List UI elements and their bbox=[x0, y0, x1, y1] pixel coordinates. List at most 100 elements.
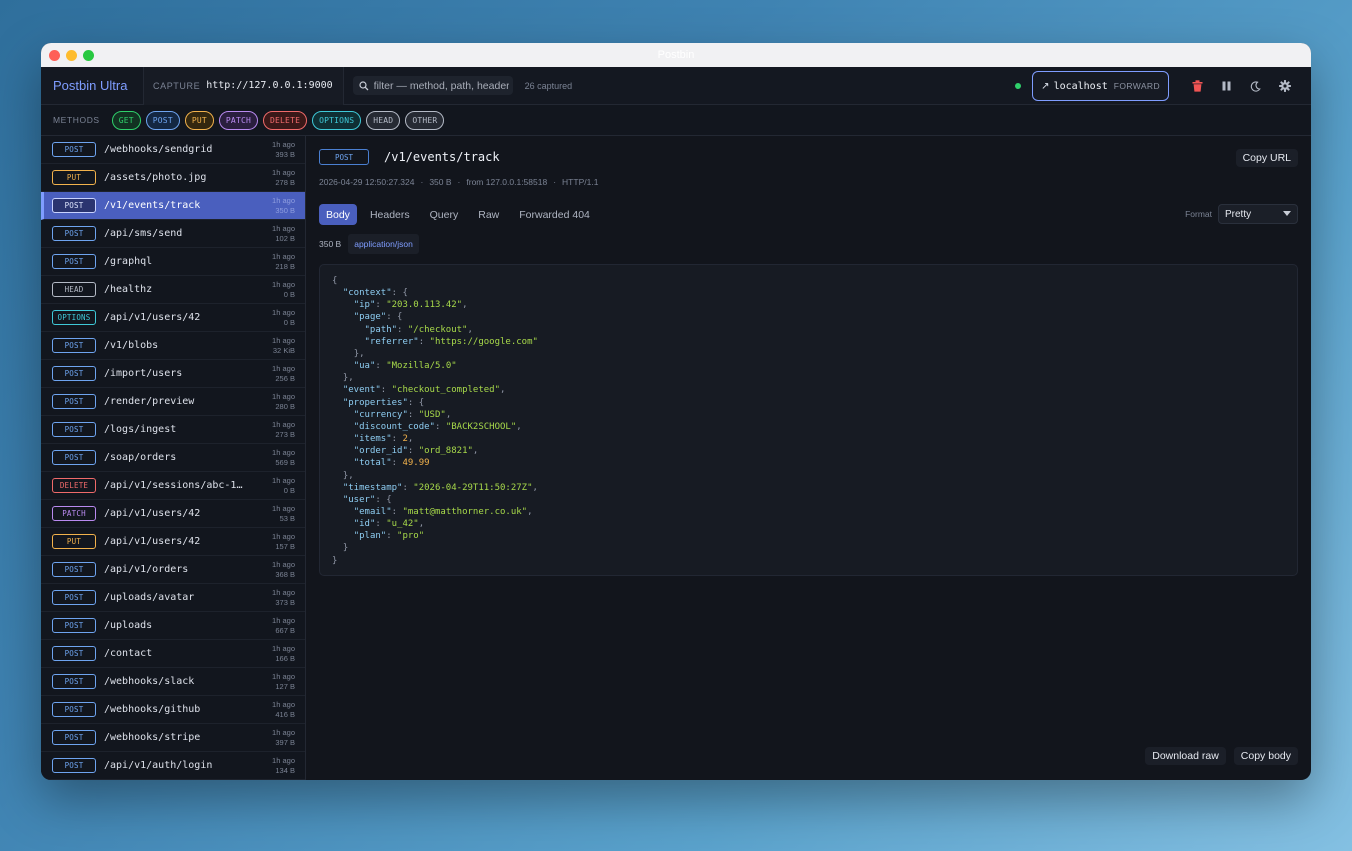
json-punct: : bbox=[386, 531, 398, 542]
request-path: /api/v1/auth/login bbox=[104, 760, 213, 771]
copy-body-button[interactable]: Copy body bbox=[1233, 747, 1298, 765]
request-row[interactable]: POST/api/v1/auth/login 1h ago 134 B bbox=[41, 752, 305, 780]
json-key: "items" bbox=[353, 434, 392, 445]
method-badge: POST bbox=[52, 450, 96, 465]
request-row[interactable]: POST/webhooks/slack 1h ago 127 B bbox=[41, 668, 305, 696]
request-row[interactable]: POST/webhooks/stripe 1h ago 397 B bbox=[41, 724, 305, 752]
capture-endpoint[interactable]: CAPTURE http://127.0.0.1:9000 bbox=[143, 66, 344, 105]
request-meta: 1h ago 102 B bbox=[272, 224, 295, 244]
format-select[interactable]: Pretty bbox=[1218, 204, 1298, 224]
tab-body[interactable]: Body bbox=[319, 204, 357, 225]
method-filter-bar: METHODS GET POST PUT PATCH DELETE OPTIONS HEAD… bbox=[41, 105, 1311, 136]
request-path: /webhooks/stripe bbox=[104, 732, 201, 743]
request-path: /healthz bbox=[104, 284, 153, 295]
request-row[interactable]: POST/graphql 1h ago 218 B bbox=[41, 248, 305, 276]
close-window-button[interactable] bbox=[49, 49, 60, 61]
request-row[interactable]: POST/v1/blobs 1h ago 32 KiB bbox=[41, 332, 305, 360]
request-time: 1h ago bbox=[272, 504, 295, 513]
clear-button[interactable] bbox=[1183, 71, 1212, 101]
method-chip-options[interactable]: OPTIONS bbox=[312, 110, 362, 130]
request-path: /v1/blobs bbox=[104, 340, 159, 351]
request-row[interactable]: POST/api/v1/orders 1h ago 368 B bbox=[41, 556, 305, 584]
tab-raw[interactable]: Raw bbox=[471, 204, 506, 225]
json-line: "id": "u_42", bbox=[332, 518, 1285, 530]
forward-target-button[interactable]: ↗ localhost FORWARD bbox=[1032, 71, 1169, 101]
request-row[interactable]: OPTIONS/api/v1/users/42 1h ago 0 B bbox=[41, 304, 305, 332]
json-line: "user": { bbox=[332, 494, 1285, 506]
request-row[interactable]: POST/logs/ingest 1h ago 273 B bbox=[41, 416, 305, 444]
request-time: 1h ago bbox=[272, 672, 295, 681]
json-line: "page": { bbox=[332, 311, 1285, 323]
theme-toggle-button[interactable] bbox=[1241, 71, 1270, 101]
json-punct: : bbox=[375, 300, 387, 311]
meta-protocol: HTTP/1.1 bbox=[562, 177, 599, 187]
json-punct: }, bbox=[342, 373, 354, 384]
request-row[interactable]: POST/import/users 1h ago 256 B bbox=[41, 360, 305, 388]
json-string: "https://google.com" bbox=[429, 336, 538, 347]
request-row[interactable]: PUT/api/v1/users/42 1h ago 157 B bbox=[41, 528, 305, 556]
request-row[interactable]: PUT/assets/photo.jpg 1h ago 278 B bbox=[41, 164, 305, 192]
request-time: 1h ago bbox=[272, 644, 295, 653]
request-time: 1h ago bbox=[272, 700, 295, 709]
request-row[interactable]: POST/api/sms/send 1h ago 102 B bbox=[41, 220, 305, 248]
request-time: 1h ago bbox=[272, 224, 295, 233]
request-size: 273 B bbox=[275, 430, 295, 439]
json-key: "order_id" bbox=[353, 446, 408, 457]
method-chip-put[interactable]: PUT bbox=[184, 110, 214, 130]
zoom-window-button[interactable] bbox=[83, 49, 94, 61]
json-body: { "context": { "ip": "203.0.113.42", "pa… bbox=[332, 275, 1285, 567]
tab-headers[interactable]: Headers bbox=[363, 204, 417, 225]
method-badge: POST bbox=[52, 338, 96, 353]
request-row[interactable]: POST/webhooks/github 1h ago 416 B bbox=[41, 696, 305, 724]
method-badge: POST bbox=[52, 674, 96, 689]
method-chip-patch[interactable]: PATCH bbox=[218, 110, 258, 130]
request-row[interactable]: POST/webhooks/sendgrid 1h ago 393 B bbox=[41, 136, 305, 164]
request-row[interactable]: PATCH/api/v1/users/42 1h ago 53 B bbox=[41, 500, 305, 528]
request-list: POST/webhooks/sendgrid 1h ago 393 B PUT/ass… bbox=[41, 136, 306, 780]
json-punct: } bbox=[332, 555, 338, 566]
request-row[interactable]: POST/v1/events/track 1h ago 350 B bbox=[41, 192, 305, 220]
request-path: /api/v1/users/42 bbox=[104, 312, 201, 323]
request-time: 1h ago bbox=[272, 728, 295, 737]
download-raw-button[interactable]: Download raw bbox=[1145, 747, 1226, 765]
main-area: POST/webhooks/sendgrid 1h ago 393 B PUT/ass… bbox=[41, 136, 1311, 780]
request-row[interactable]: DELETE/api/v1/sessions/abc-1… 1h ago 0 B bbox=[41, 472, 305, 500]
moon-icon bbox=[1250, 80, 1261, 92]
method-chip-head[interactable]: HEAD bbox=[366, 110, 401, 130]
json-punct: : bbox=[391, 506, 403, 517]
request-row[interactable]: POST/uploads/avatar 1h ago 373 B bbox=[41, 584, 305, 612]
tab-forwarded[interactable]: Forwarded 404 bbox=[512, 204, 597, 225]
request-row[interactable]: POST/uploads 1h ago 667 B bbox=[41, 612, 305, 640]
search-icon bbox=[359, 80, 369, 90]
filter-box[interactable] bbox=[352, 76, 513, 95]
settings-button[interactable] bbox=[1270, 71, 1299, 101]
json-body-viewer[interactable]: { "context": { "ip": "203.0.113.42", "pa… bbox=[319, 264, 1298, 576]
copy-url-button[interactable]: Copy URL bbox=[1235, 149, 1298, 167]
request-row[interactable]: HEAD/healthz 1h ago 0 B bbox=[41, 276, 305, 304]
forward-host: localhost bbox=[1053, 80, 1108, 92]
request-time: 1h ago bbox=[272, 364, 295, 373]
json-line: "discount_code": "BACK2SCHOOL", bbox=[332, 421, 1285, 433]
request-row[interactable]: POST/contact 1h ago 166 B bbox=[41, 640, 305, 668]
pause-button[interactable] bbox=[1212, 71, 1241, 101]
json-line: { bbox=[332, 275, 1285, 287]
request-size: 32 KiB bbox=[272, 346, 295, 355]
request-row[interactable]: POST/soap/orders 1h ago 569 B bbox=[41, 444, 305, 472]
request-meta: 1h ago 127 B bbox=[272, 672, 295, 692]
capture-url[interactable]: http://127.0.0.1:9000 bbox=[206, 80, 332, 91]
method-chip-delete[interactable]: DELETE bbox=[263, 110, 308, 130]
method-chip-post[interactable]: POST bbox=[145, 110, 180, 130]
method-badge: POST bbox=[52, 142, 96, 157]
request-path: /api/v1/sessions/abc-1… bbox=[104, 480, 243, 491]
method-chip-other[interactable]: OTHER bbox=[405, 110, 445, 130]
method-chip-get[interactable]: GET bbox=[111, 110, 141, 130]
json-line: "referrer": "https://google.com" bbox=[332, 336, 1285, 348]
minimize-window-button[interactable] bbox=[66, 49, 77, 61]
request-size: 397 B bbox=[275, 738, 295, 747]
filter-input[interactable] bbox=[373, 79, 509, 92]
request-path: /graphql bbox=[104, 256, 153, 267]
request-meta: 1h ago 166 B bbox=[272, 644, 295, 664]
tab-query[interactable]: Query bbox=[423, 204, 466, 225]
json-line: "timestamp": "2026-04-29T11:50:27Z", bbox=[332, 482, 1285, 494]
request-row[interactable]: POST/render/preview 1h ago 280 B bbox=[41, 388, 305, 416]
